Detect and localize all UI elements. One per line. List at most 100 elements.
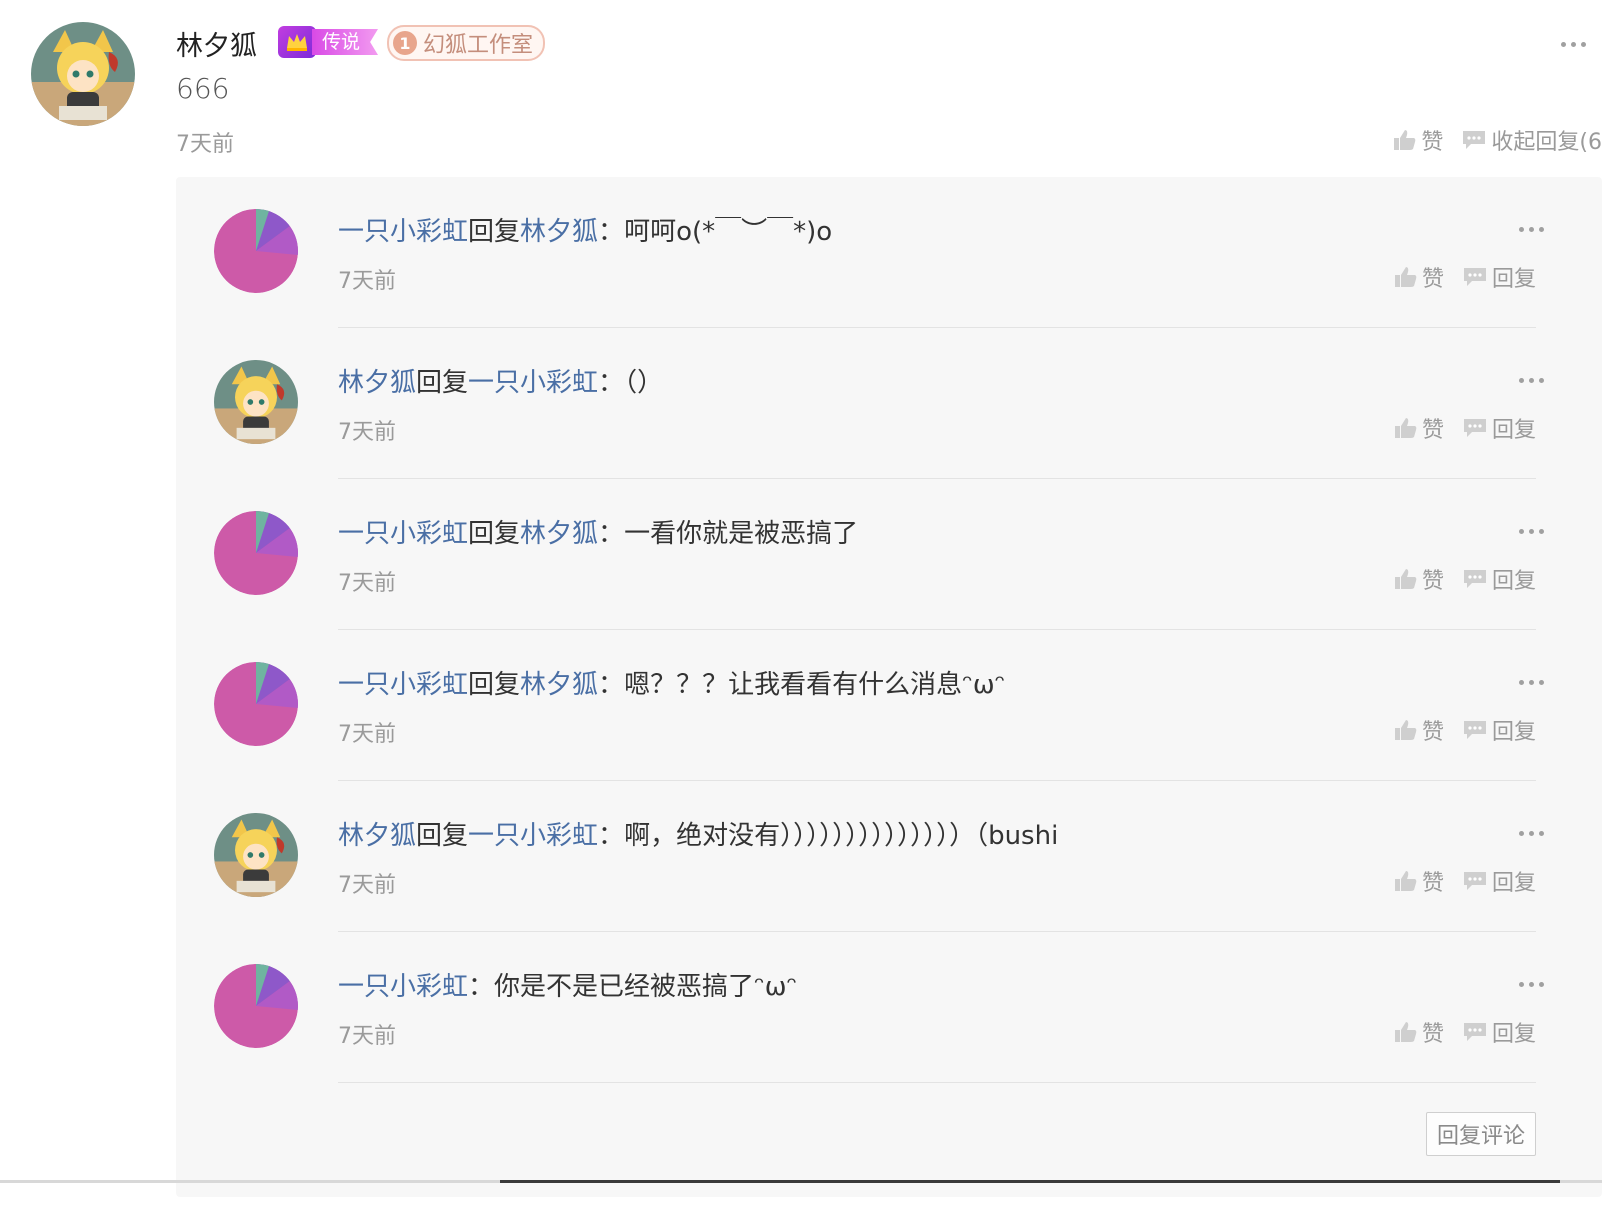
- avatar[interactable]: [214, 662, 298, 746]
- reply-text: 一看你就是被恶搞了: [624, 519, 859, 549]
- crown-icon: [278, 26, 316, 58]
- collapse-replies-button[interactable]: 收起回复(6: [1461, 124, 1602, 156]
- reply-label: 回复: [1491, 569, 1536, 594]
- fox-avatar-icon: [214, 360, 298, 444]
- reply-button[interactable]: 回复: [1462, 1016, 1536, 1048]
- reply-time: 7天前: [338, 269, 396, 294]
- reply-button[interactable]: 回复: [1462, 865, 1536, 897]
- like-label: 赞: [1421, 418, 1444, 443]
- main-comment-actions: 赞 收起回复(6: [1393, 124, 1602, 156]
- divider: [338, 1082, 1536, 1083]
- reply-comment-button[interactable]: 回复评论: [1425, 1112, 1536, 1156]
- like-button[interactable]: 赞: [1394, 412, 1444, 444]
- like-label: 赞: [1421, 569, 1444, 594]
- list-item: 一只小彩虹回复林夕狐：一看你就是被恶搞了 7天前赞回复: [176, 479, 1602, 630]
- reply-target-link[interactable]: 林夕狐: [520, 217, 598, 247]
- more-options-icon[interactable]: [1519, 982, 1544, 987]
- reply-actions: 赞 回复: [1394, 865, 1536, 897]
- reply-connector: 回复: [416, 368, 469, 398]
- reply-colon: ：: [468, 972, 495, 1002]
- comment-bubble-icon: [1463, 872, 1486, 890]
- collapse-replies-label: 收起回复(6: [1491, 130, 1602, 155]
- avatar[interactable]: [214, 209, 298, 293]
- comment-bubble-icon: [1463, 721, 1486, 739]
- reply-target-link[interactable]: 林夕狐: [520, 519, 598, 549]
- avatar[interactable]: [214, 511, 298, 595]
- fox-avatar-icon: [31, 22, 135, 126]
- like-button[interactable]: 赞: [1394, 865, 1444, 897]
- studio-badge-label: 幻狐工作室: [423, 33, 534, 58]
- thumbs-up-icon: [1394, 871, 1417, 891]
- thumbs-up-icon: [1394, 569, 1417, 589]
- comment-thread: 林夕狐 传说 1 幻狐工作室 666 7天前 赞 收起回复(6 一只小彩虹回复林…: [0, 0, 1602, 1210]
- reply-colon: ：: [598, 368, 625, 398]
- legend-badge-label: 传说: [312, 29, 379, 55]
- reply-actions: 赞 回复: [1394, 261, 1536, 293]
- horizontal-scrollbar[interactable]: [0, 1180, 1602, 1183]
- like-button[interactable]: 赞: [1393, 124, 1443, 156]
- reply-target-link[interactable]: 一只小彩虹: [468, 368, 598, 398]
- rainbow-avatar-icon: [214, 511, 298, 595]
- reply-text: 啊，绝对没有））））））））））））））（bushi: [624, 821, 1059, 851]
- reply-text: 你是不是已经被恶搞了ᵔωᵔ: [494, 972, 798, 1002]
- reply-label: 回复: [1491, 267, 1536, 292]
- reply-button[interactable]: 回复: [1462, 563, 1536, 595]
- reply-author-link[interactable]: 一只小彩虹: [338, 217, 468, 247]
- reply-connector: 回复: [468, 670, 521, 700]
- like-button[interactable]: 赞: [1394, 563, 1444, 595]
- like-label: 赞: [1421, 720, 1444, 745]
- reply-line: 一只小彩虹回复林夕狐：一看你就是被恶搞了: [338, 513, 858, 550]
- reply-button[interactable]: 回复: [1462, 714, 1536, 746]
- reply-button[interactable]: 回复: [1462, 412, 1536, 444]
- reply-author-link[interactable]: 一只小彩虹: [338, 670, 468, 700]
- rainbow-avatar-icon: [214, 964, 298, 1048]
- like-button[interactable]: 赞: [1394, 261, 1444, 293]
- rainbow-avatar-icon: [214, 209, 298, 293]
- like-button[interactable]: 赞: [1394, 1016, 1444, 1048]
- reply-label: 回复: [1491, 418, 1536, 443]
- avatar[interactable]: [214, 360, 298, 444]
- main-comment-time: 7天前: [176, 132, 234, 157]
- reply-button[interactable]: 回复: [1462, 261, 1536, 293]
- reply-author-link[interactable]: 一只小彩虹: [338, 972, 468, 1002]
- main-comment-text: 666: [176, 72, 230, 105]
- reply-text: （）: [624, 368, 664, 398]
- reply-connector: 回复: [468, 217, 521, 247]
- more-options-icon[interactable]: [1519, 529, 1544, 534]
- more-options-icon[interactable]: [1519, 378, 1544, 383]
- more-options-icon[interactable]: [1561, 42, 1586, 47]
- reply-author-link[interactable]: 一只小彩虹: [338, 519, 468, 549]
- reply-label: 回复: [1491, 871, 1536, 896]
- more-options-icon[interactable]: [1519, 227, 1544, 232]
- reply-line: 一只小彩虹：你是不是已经被恶搞了ᵔωᵔ: [338, 966, 797, 1003]
- reply-time: 7天前: [338, 1024, 396, 1049]
- more-options-icon[interactable]: [1519, 680, 1544, 685]
- studio-badge[interactable]: 1 幻狐工作室: [387, 25, 546, 61]
- main-author-name[interactable]: 林夕狐: [176, 24, 257, 63]
- reply-connector: 回复: [416, 821, 469, 851]
- list-item: 一只小彩虹回复林夕狐：呵呵o(*￣︶￣*)o 7天前赞回复: [176, 177, 1602, 328]
- thumbs-up-icon: [1394, 130, 1416, 150]
- thumbs-up-icon: [1394, 418, 1417, 438]
- reply-target-link[interactable]: 一只小彩虹: [468, 821, 598, 851]
- avatar[interactable]: [214, 964, 298, 1048]
- thumbs-up-icon: [1394, 1022, 1417, 1042]
- reply-target-link[interactable]: 林夕狐: [520, 670, 598, 700]
- reply-actions: 赞 回复: [1394, 563, 1536, 595]
- reply-connector: 回复: [468, 519, 521, 549]
- more-options-icon[interactable]: [1519, 831, 1544, 836]
- comment-bubble-icon: [1463, 268, 1486, 286]
- reply-time: 7天前: [338, 722, 396, 747]
- reply-line: 林夕狐回复一只小彩虹：啊，绝对没有））））））））））））））（bushi: [338, 815, 1058, 852]
- reply-actions: 赞 回复: [1394, 1016, 1536, 1048]
- avatar[interactable]: [214, 813, 298, 897]
- legend-badge[interactable]: 传说: [278, 26, 379, 58]
- like-button[interactable]: 赞: [1394, 714, 1444, 746]
- like-label: 赞: [1421, 130, 1444, 155]
- comment-bubble-icon: [1463, 570, 1486, 588]
- reply-author-link[interactable]: 林夕狐: [338, 821, 416, 851]
- reply-author-link[interactable]: 林夕狐: [338, 368, 416, 398]
- reply-text: 嗯？？？让我看看有什么消息ᵔωᵔ: [624, 670, 1006, 700]
- list-item: 林夕狐回复一只小彩虹：啊，绝对没有））））））））））））））（bushi 7天前…: [176, 781, 1602, 932]
- avatar[interactable]: [31, 22, 135, 126]
